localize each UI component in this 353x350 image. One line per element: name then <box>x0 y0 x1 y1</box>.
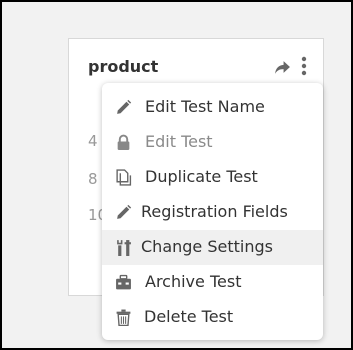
menu-item-edit-test-name[interactable]: Edit Test Name <box>102 90 323 125</box>
menu-item-delete-test[interactable]: Delete Test <box>102 300 323 335</box>
card-title: product <box>88 57 159 76</box>
share-icon[interactable] <box>274 59 291 76</box>
menu-item-label: Delete Test <box>144 307 234 326</box>
menu-item-edit-test[interactable]: Edit Test <box>102 125 323 160</box>
menu-item-label: Registration Fields <box>141 202 288 221</box>
menu-item-label: Duplicate Test <box>145 167 258 186</box>
menu-item-change-settings[interactable]: Change Settings <box>102 230 323 265</box>
pencil-icon <box>117 99 132 114</box>
tools-icon <box>117 240 131 256</box>
pencil-icon <box>117 204 132 219</box>
menu-item-label: Edit Test <box>145 132 213 151</box>
archive-icon <box>116 274 131 290</box>
menu-item-label: Edit Test Name <box>145 97 265 116</box>
trash-icon <box>116 309 131 326</box>
options-menu: Edit Test Name Edit Test Duplicate Test … <box>102 83 323 340</box>
more-options-icon[interactable] <box>301 56 307 76</box>
menu-item-label: Archive Test <box>145 272 242 291</box>
menu-item-registration-fields[interactable]: Registration Fields <box>102 195 323 230</box>
card-stat: 4 <box>88 132 98 150</box>
copy-icon <box>116 169 132 186</box>
card-stat: 8 <box>88 170 98 188</box>
menu-item-duplicate-test[interactable]: Duplicate Test <box>102 160 323 195</box>
menu-item-archive-test[interactable]: Archive Test <box>102 265 323 300</box>
menu-item-label: Change Settings <box>141 237 273 256</box>
lock-icon <box>117 134 130 150</box>
